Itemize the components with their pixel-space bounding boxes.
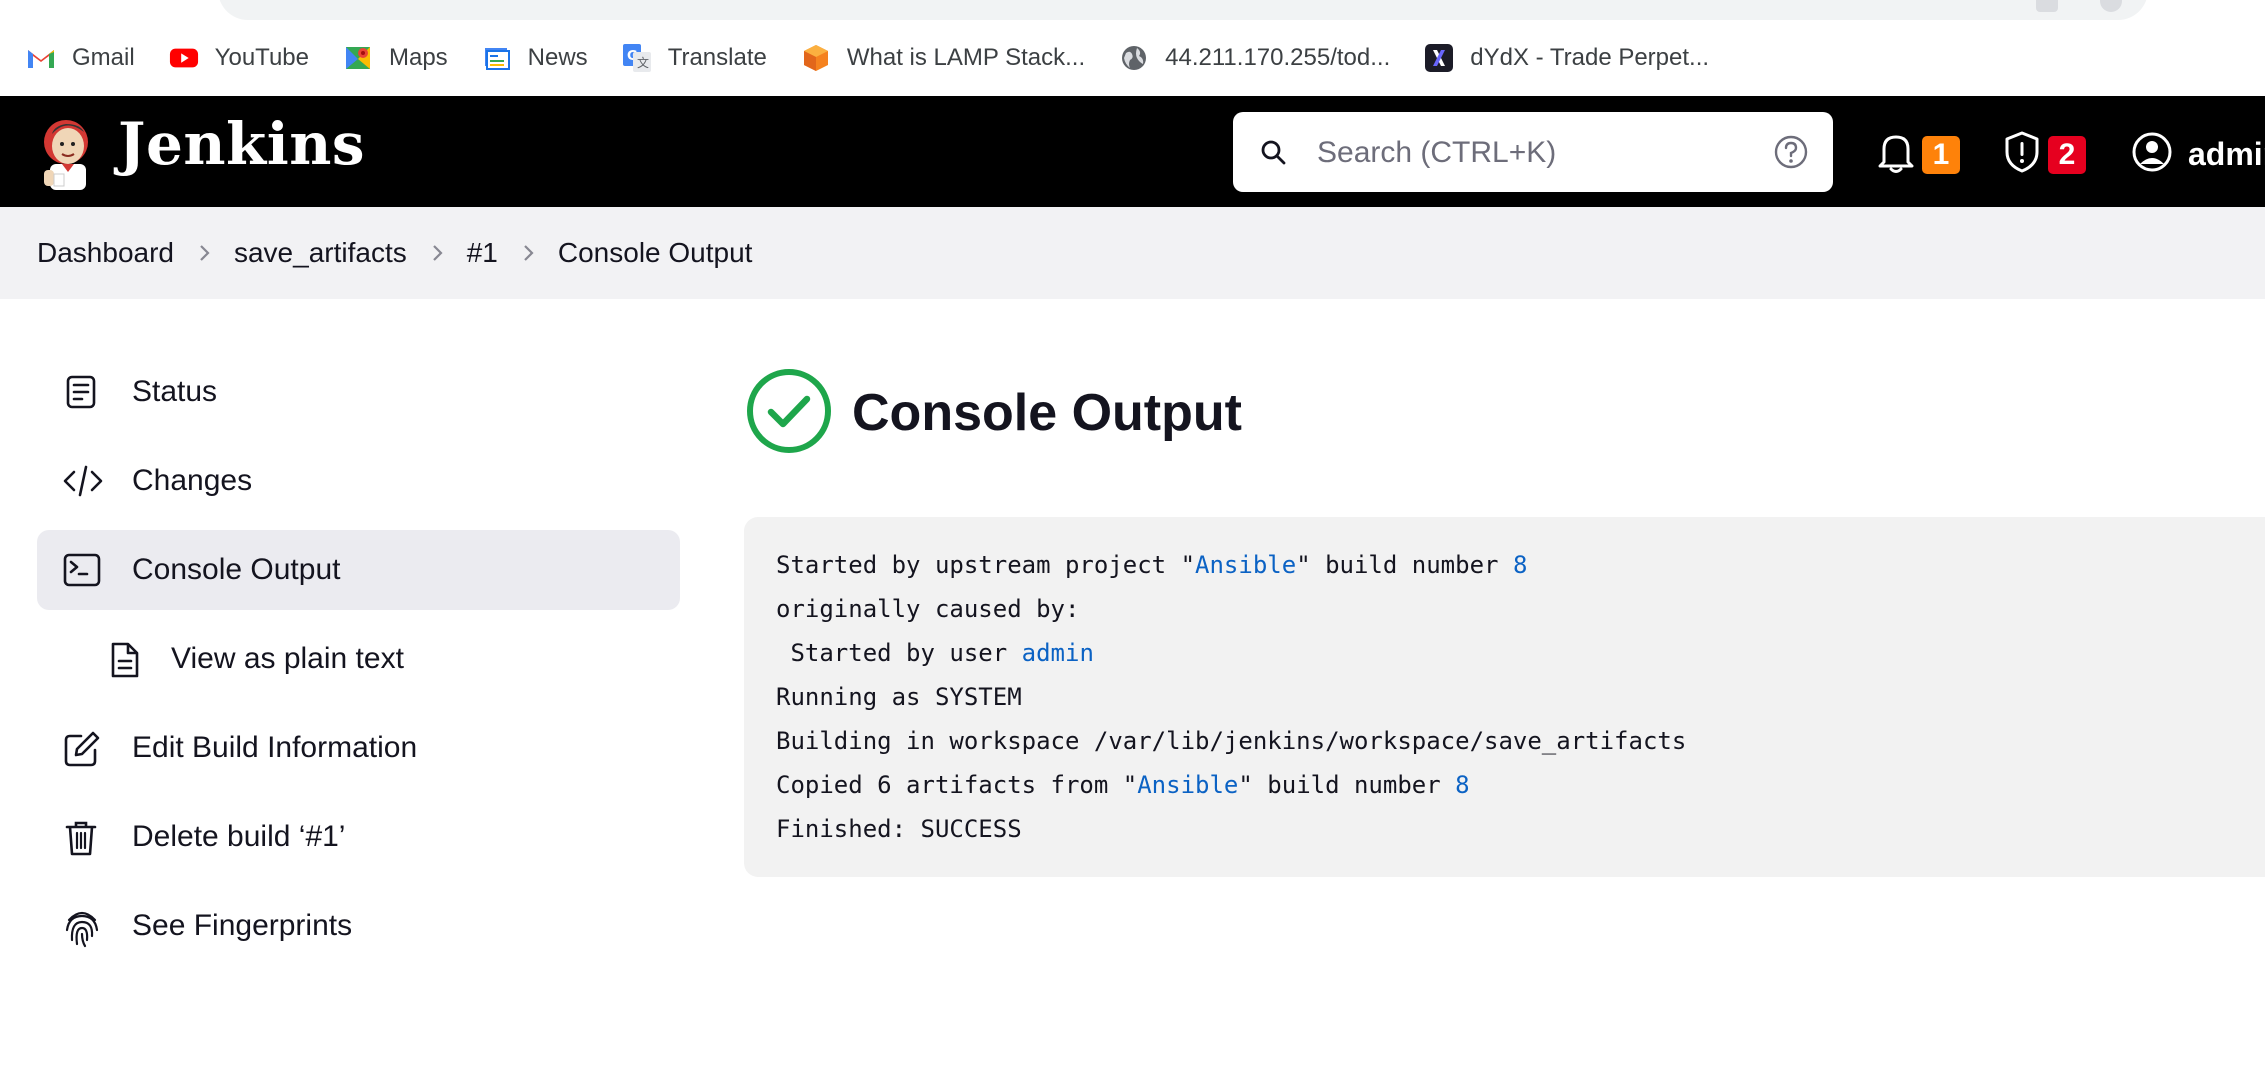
notifications-badge: 1 [1922,135,1960,174]
page-title: Console Output [852,384,1242,442]
sidebar: Status Changes Console Output View as pl… [37,352,680,975]
console-line: Finished: SUCCESS [776,815,1022,843]
bookmark-gmail[interactable]: Gmail [26,43,135,73]
bookmark-news[interactable]: News [482,43,588,73]
breadcrumb-job[interactable]: save_artifacts [234,237,407,269]
shield-icon [2002,130,2042,179]
breadcrumb: Dashboard save_artifacts #1 Console Outp… [0,207,2265,299]
sidebar-item-status[interactable]: Status [37,352,680,432]
sidebar-item-delete-build[interactable]: Delete build ‘#1’ [37,797,680,877]
dydx-icon [1424,43,1454,73]
user-name: admin [2188,136,2265,172]
search-icon [1257,136,1291,170]
document-icon [107,641,143,678]
breadcrumb-current[interactable]: Console Output [558,237,753,269]
chevron-right-icon [498,241,558,265]
breadcrumb-build[interactable]: #1 [467,237,498,269]
sidebar-item-plain-text[interactable]: View as plain text [37,619,680,699]
user-menu[interactable]: admin [2130,130,2265,179]
search-box[interactable] [1233,112,1833,192]
project-link[interactable]: Ansible [1137,771,1238,799]
sidebar-item-edit-build[interactable]: Edit Build Information [37,708,680,788]
news-icon [482,43,512,73]
maps-icon [343,43,373,73]
bookmark-translate[interactable]: G文 Translate [622,43,767,73]
user-icon [2130,130,2174,179]
jenkins-header: Jenkins 1 2 admin [0,96,2265,207]
tab-search-icon[interactable] [2036,0,2058,12]
breadcrumb-dashboard[interactable]: Dashboard [37,237,174,269]
success-check-icon [746,368,832,459]
build-number-link[interactable]: 8 [1513,551,1527,579]
help-icon[interactable] [1773,134,1809,170]
cube-icon [801,43,831,73]
trash-icon [63,819,99,856]
security-badge: 2 [2048,135,2086,174]
browser-chrome: Gmail YouTube Maps News G文 Translate Wha… [0,0,2265,96]
jenkins-brand[interactable]: Jenkins [118,110,365,178]
bookmark-youtube[interactable]: YouTube [169,43,309,73]
sidebar-item-console-output[interactable]: Console Output [37,530,680,610]
security-button[interactable]: 2 [2002,130,2086,179]
translate-icon: G文 [622,43,652,73]
bookmarks-bar: Gmail YouTube Maps News G文 Translate Wha… [0,30,1743,86]
address-bar[interactable] [218,0,2148,20]
user-link[interactable]: admin [1022,639,1094,667]
terminal-icon [63,552,101,588]
chevron-right-icon [174,241,234,265]
console-line: Building in workspace /var/lib/jenkins/w… [776,727,1687,755]
bell-icon [1876,130,1916,179]
globe-icon [1119,43,1149,73]
bookmark-dydx[interactable]: dYdX - Trade Perpet... [1424,43,1709,73]
console-line: Started by user admin [776,639,1094,667]
code-icon [63,463,103,499]
project-link[interactable]: Ansible [1195,551,1296,579]
console-line: Running as SYSTEM [776,683,1022,711]
build-number-link[interactable]: 8 [1455,771,1469,799]
search-input[interactable] [1315,126,1739,180]
page-header: Console Output [746,368,1242,458]
notifications-button[interactable]: 1 [1876,130,1960,179]
console-output: Started by upstream project "Ansible" bu… [744,517,2265,877]
sidebar-item-changes[interactable]: Changes [37,441,680,521]
svg-text:文: 文 [637,55,649,70]
console-line: originally caused by: [776,595,1080,623]
sidebar-item-fingerprints[interactable]: See Fingerprints [37,886,680,966]
gmail-icon [26,43,56,73]
notepad-icon [63,374,99,410]
console-line: Started by upstream project "Ansible" bu… [776,551,1528,579]
chevron-right-icon [407,241,467,265]
bookmark-maps[interactable]: Maps [343,43,448,73]
bookmark-ip-address[interactable]: 44.211.170.255/tod... [1119,43,1390,73]
fingerprint-icon [63,908,99,948]
jenkins-logo[interactable] [36,112,102,192]
console-line: Copied 6 artifacts from "Ansible" build … [776,771,1470,799]
edit-icon [63,730,100,767]
bookmark-lamp-stack[interactable]: What is LAMP Stack... [801,43,1085,73]
youtube-icon [169,43,199,73]
